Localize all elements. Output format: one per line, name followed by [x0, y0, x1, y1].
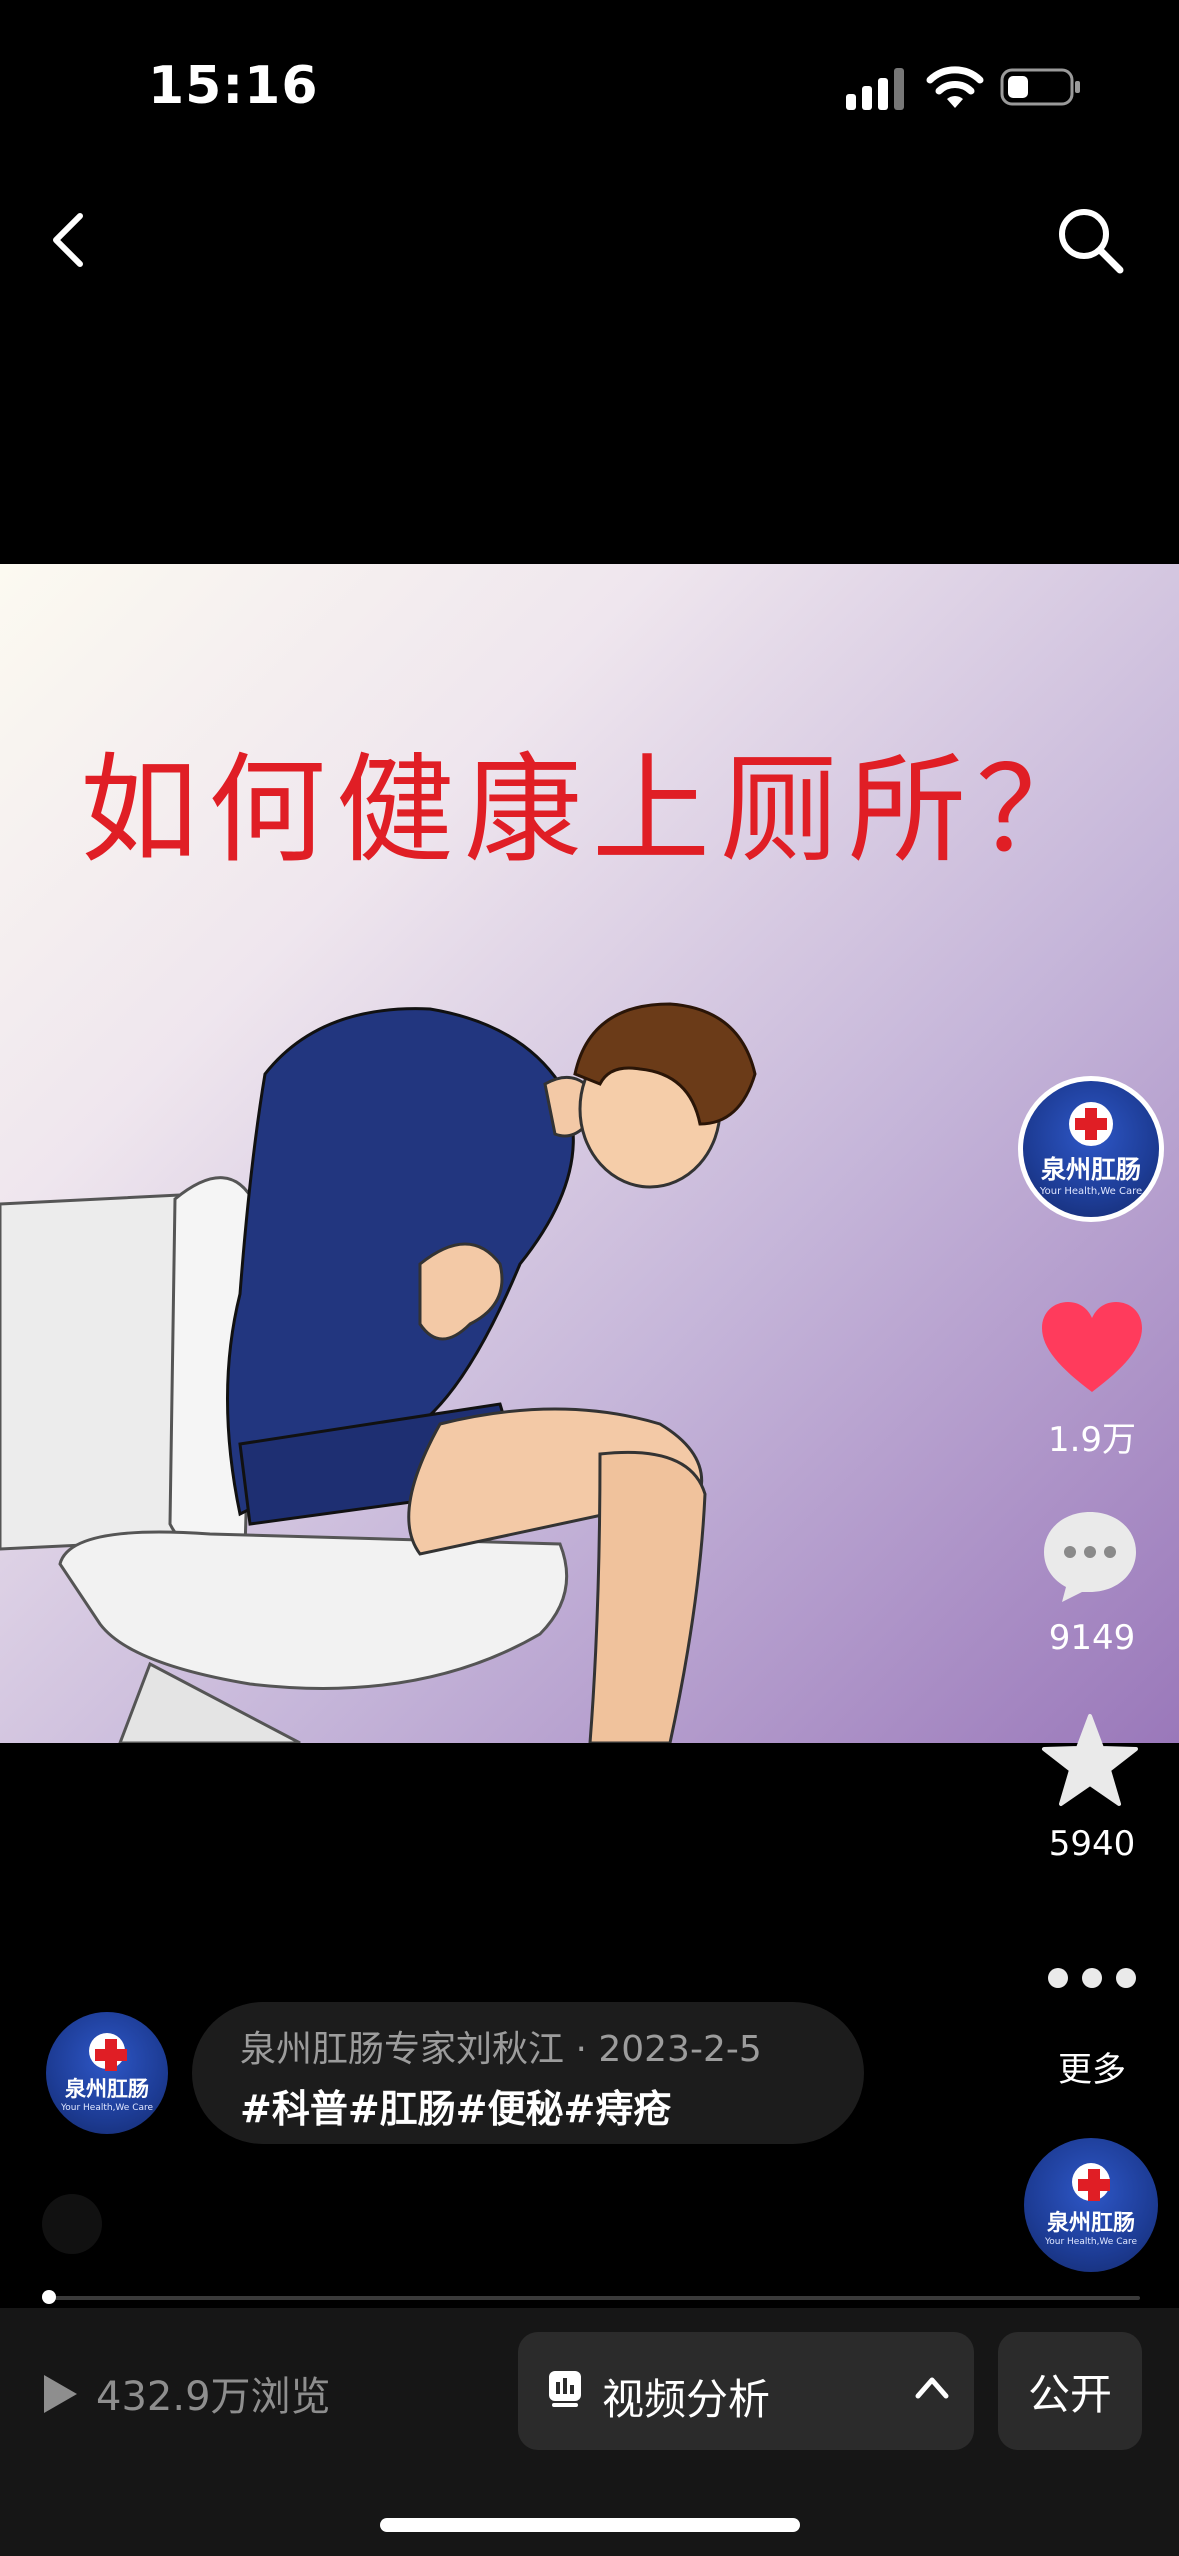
play-icon — [44, 2375, 77, 2413]
faint-indicator — [42, 2194, 102, 2254]
avatar-brand-name: 泉州肛肠 — [1040, 1154, 1141, 1184]
video-player[interactable]: 如何健康上厕所？ — [0, 564, 1179, 1743]
sound-avatar[interactable]: 泉州肛肠 Your Health,We Care — [1024, 2138, 1158, 2272]
favorite-star-icon[interactable] — [1040, 1712, 1140, 1808]
avatar-tagline: Your Health,We Care — [1039, 1185, 1143, 1197]
creator-avatar[interactable]: 泉州肛肠 Your Health,We Care — [1018, 1076, 1164, 1222]
avatar-brand-name: 泉州肛肠 — [65, 2077, 149, 2101]
battery-icon — [1000, 68, 1080, 106]
wifi-icon — [926, 66, 984, 108]
more-label[interactable]: 更多 — [1022, 2042, 1162, 2091]
more-icon[interactable] — [1046, 1966, 1138, 1990]
analytics-icon — [549, 2371, 581, 2407]
author-date: 泉州肛肠专家刘秋江 · 2023-2-5 — [240, 2029, 762, 2070]
like-heart-icon[interactable] — [1040, 1300, 1144, 1396]
medical-cross-icon — [89, 2033, 127, 2071]
search-icon[interactable] — [1056, 206, 1126, 276]
avatar-tagline: Your Health,We Care — [60, 2103, 154, 2113]
home-indicator[interactable] — [380, 2518, 800, 2532]
avatar-tagline: Your Health,We Care — [1044, 2237, 1138, 2247]
progress-knob[interactable] — [42, 2290, 57, 2304]
cellular-signal-icon — [846, 68, 904, 110]
comment-count: 9149 — [1048, 1618, 1136, 1658]
favorite-count: 5940 — [1048, 1824, 1136, 1864]
video-analysis-label: 视频分析 — [602, 2375, 771, 2424]
progress-track[interactable] — [44, 2296, 1140, 2300]
visibility-button[interactable]: 公开 — [998, 2332, 1142, 2450]
status-time: 15:16 — [148, 56, 319, 116]
medical-cross-icon — [1072, 2163, 1110, 2201]
comment-icon[interactable] — [1040, 1508, 1140, 1604]
back-icon[interactable] — [44, 210, 94, 270]
medical-cross-icon — [1069, 1101, 1113, 1146]
hashtags[interactable]: #科普#肛肠#便秘#痔疮 — [240, 2078, 671, 2133]
view-count: 432.9万浏览 — [96, 2374, 331, 2420]
chevron-up-icon — [915, 2377, 949, 2399]
like-count: 1.9万 — [1047, 1420, 1137, 1460]
video-frame-illustration — [0, 1002, 757, 1743]
author-avatar[interactable]: 泉州肛肠 Your Health,We Care — [46, 2012, 168, 2134]
avatar-brand-name: 泉州肛肠 — [1046, 2211, 1135, 2236]
